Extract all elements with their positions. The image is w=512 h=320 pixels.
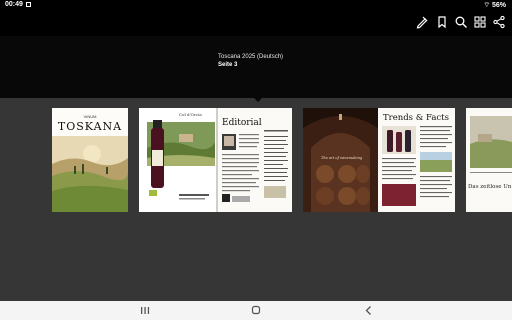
page-thumbnail-trends[interactable]: The art of winemaking Trends & Facts	[303, 108, 455, 212]
page-thumbnail-next[interactable]: Das zeitlose Un	[466, 108, 512, 212]
wine-tagline: The art of winemaking	[321, 156, 363, 160]
editorial-heading: Editorial	[222, 118, 262, 128]
cover-title: TOSKANA	[57, 120, 123, 133]
status-bar: 00:49 ⌔ 56%	[0, 0, 512, 10]
next-page-heading: Das zeitlose Un	[468, 184, 512, 190]
spread-gutter	[216, 108, 218, 212]
svg-text:Col d'Orcia: Col d'Orcia	[179, 112, 202, 117]
editorial-body-text	[222, 130, 288, 202]
back-button[interactable]	[362, 305, 376, 316]
issue-title: Toscana 2025 (Deutsch)	[218, 54, 284, 60]
cellar-image	[303, 108, 378, 212]
page-thumbnail-editorial[interactable]: Col d'Orcia Editorial	[139, 108, 292, 212]
top-toolbar	[0, 10, 512, 36]
status-right: ⌔ 56%	[483, 1, 506, 10]
issue-header	[0, 36, 512, 98]
current-page-pointer	[253, 97, 263, 102]
page-thumbnail-cover[interactable]: VINUM TOSKANA	[52, 108, 128, 212]
landscape-feature-image	[466, 108, 512, 212]
battery-level: 56%	[491, 2, 506, 9]
cover-kicker: VINUM	[83, 114, 97, 119]
trends-page: Trends & Facts	[378, 108, 455, 212]
recent-apps-button[interactable]	[138, 305, 152, 316]
page-indicator: Seite 3	[218, 62, 238, 68]
system-navigation-bar	[0, 301, 512, 320]
status-time: 00:49	[5, 1, 23, 8]
home-button[interactable]	[249, 305, 263, 316]
grid-view-icon[interactable]	[473, 15, 487, 29]
share-icon[interactable]	[492, 15, 506, 29]
editorial-page: Editorial	[218, 108, 292, 212]
edit-icon[interactable]	[415, 15, 429, 29]
trends-heading: Trends & Facts	[383, 113, 449, 123]
notification-icon	[26, 2, 31, 7]
search-icon[interactable]	[454, 15, 468, 29]
cover-landscape-image	[52, 136, 128, 212]
wine-ad-image: Col d'Orcia	[139, 108, 216, 212]
wifi-icon: ⌔	[483, 2, 491, 9]
trends-content	[382, 126, 452, 206]
bookmark-icon[interactable]	[435, 15, 449, 29]
